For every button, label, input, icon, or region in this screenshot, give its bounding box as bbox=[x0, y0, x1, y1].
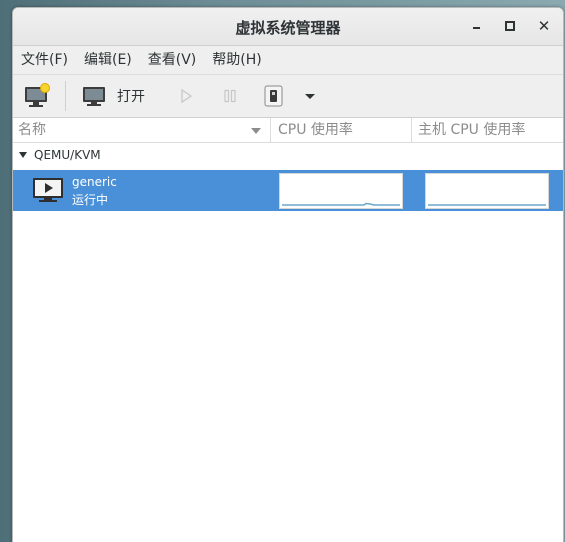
close-button[interactable]: ✕ bbox=[535, 17, 553, 35]
sort-down-icon[interactable] bbox=[251, 127, 261, 135]
power-icon bbox=[264, 85, 283, 107]
menu-bar: 文件(F) 编辑(E) 查看(V) 帮助(H) bbox=[13, 46, 563, 75]
menu-edit[interactable]: 编辑(E) bbox=[76, 46, 140, 74]
minimize-button[interactable] bbox=[467, 17, 485, 35]
monitor-icon bbox=[83, 87, 105, 106]
open-label: 打开 bbox=[117, 89, 145, 105]
run-button[interactable] bbox=[177, 82, 195, 110]
menu-file[interactable]: 文件(F) bbox=[13, 46, 76, 74]
close-icon: ✕ bbox=[537, 17, 551, 35]
dropdown-arrow-icon bbox=[305, 94, 315, 99]
pause-icon bbox=[224, 89, 236, 103]
vm-row[interactable]: generic 运行中 bbox=[13, 170, 563, 211]
toolbar-separator bbox=[65, 81, 66, 111]
virt-manager-window: 虚拟系统管理器 ✕ 文件(F) 编辑(E) 查看(V) 帮助(H) 打开 名称 … bbox=[12, 7, 564, 542]
host-cpu-usage-graph bbox=[425, 173, 549, 209]
menu-view[interactable]: 查看(V) bbox=[140, 46, 205, 74]
shutdown-button[interactable] bbox=[263, 82, 285, 110]
vm-running-icon bbox=[33, 178, 63, 202]
connection-row[interactable]: QEMU/KVM bbox=[13, 140, 563, 169]
column-cpu-usage[interactable]: CPU 使用率 bbox=[278, 118, 353, 142]
shutdown-menu-button[interactable] bbox=[303, 82, 317, 110]
connection-label: QEMU/KVM bbox=[34, 148, 101, 162]
column-divider[interactable] bbox=[270, 118, 271, 142]
minimize-icon bbox=[472, 27, 480, 29]
pause-button[interactable] bbox=[221, 82, 239, 110]
expander-arrow-icon[interactable] bbox=[19, 152, 27, 158]
new-vm-button[interactable] bbox=[23, 82, 51, 110]
vm-name: generic bbox=[72, 175, 117, 189]
column-divider[interactable] bbox=[411, 118, 412, 142]
maximize-icon bbox=[505, 21, 515, 31]
title-bar[interactable]: 虚拟系统管理器 ✕ bbox=[13, 8, 563, 46]
column-host-cpu-usage[interactable]: 主机 CPU 使用率 bbox=[418, 118, 525, 142]
toolbar: 打开 bbox=[13, 75, 563, 118]
maximize-button[interactable] bbox=[501, 17, 519, 35]
vm-status: 运行中 bbox=[72, 193, 109, 207]
play-icon bbox=[181, 88, 193, 104]
cpu-usage-graph bbox=[279, 173, 403, 209]
open-button[interactable]: 打开 bbox=[81, 82, 145, 110]
new-vm-icon bbox=[25, 83, 50, 107]
column-name[interactable]: 名称 bbox=[18, 118, 46, 142]
cpu-usage-line bbox=[282, 202, 400, 206]
menu-help[interactable]: 帮助(H) bbox=[204, 46, 269, 74]
